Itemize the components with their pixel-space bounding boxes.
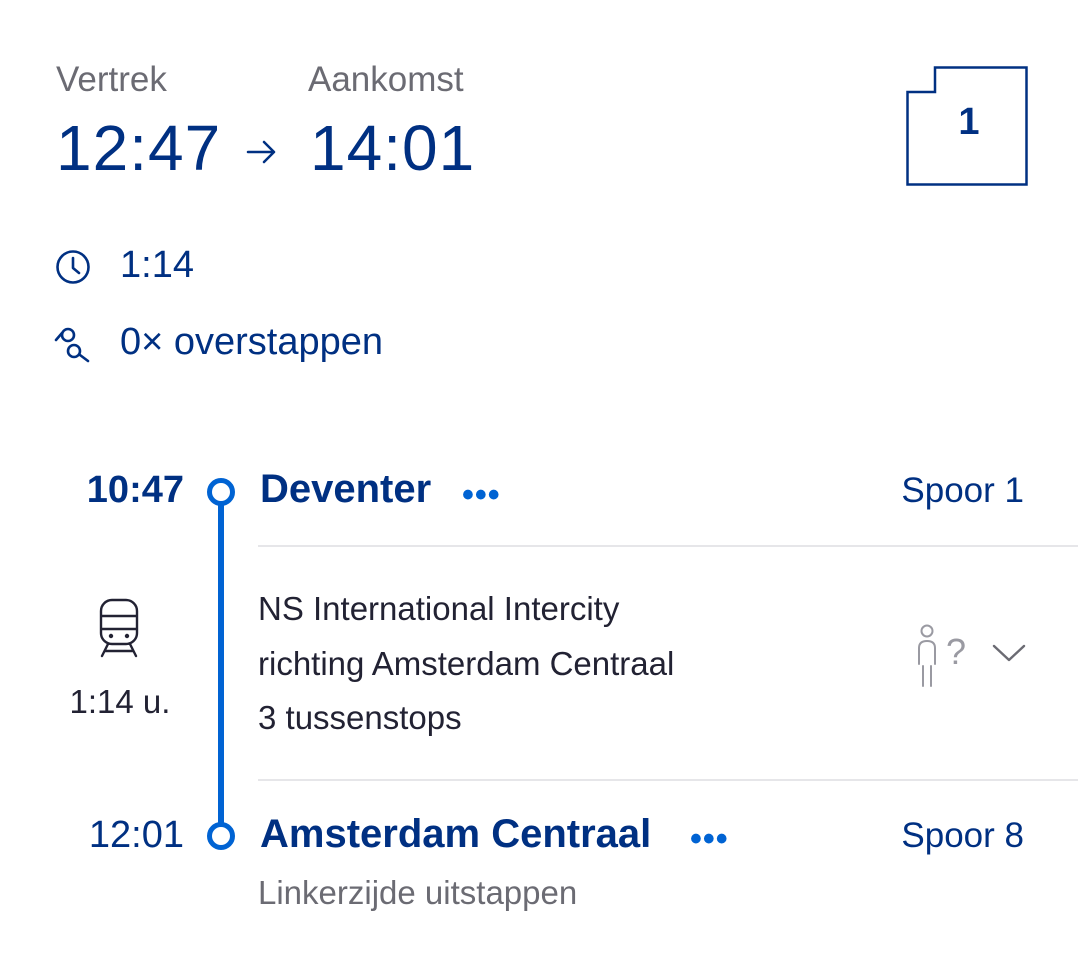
crowd-indicator: ? <box>946 631 967 672</box>
arrow-right-icon <box>246 140 276 164</box>
departure-label: Vertrek <box>56 60 167 99</box>
arrival-label: Aankomst <box>308 60 464 99</box>
divider <box>258 779 1078 781</box>
departure-stop-dot <box>207 478 235 506</box>
departure-platform: Spoor 1 <box>901 471 1024 510</box>
timeline-line <box>218 500 224 826</box>
person-icon <box>918 624 936 687</box>
intermediate-stops: 3 tussenstops <box>258 699 462 736</box>
transfer-icon <box>54 327 90 363</box>
departure-station[interactable]: Deventer <box>260 466 431 512</box>
arrival-stop-time: 12:01 <box>88 814 184 856</box>
arrival-more-button[interactable]: ••• <box>690 822 729 856</box>
arrival-station[interactable]: Amsterdam Centraal <box>260 811 651 857</box>
arrival-time: 14:01 <box>310 112 476 184</box>
journey-duration: 1:14 <box>120 244 194 286</box>
arrival-stop-dot <box>207 822 235 850</box>
exit-side-note: Linkerzijde uitstappen <box>258 874 578 911</box>
train-direction: richting Amsterdam Centraal <box>258 645 675 682</box>
leg-duration: 1:14 u. <box>69 683 171 720</box>
divider <box>258 545 1078 547</box>
train-type: NS International Intercity <box>258 590 620 627</box>
clock-icon <box>56 250 90 284</box>
train-icon <box>99 598 139 658</box>
departure-more-button[interactable]: ••• <box>462 478 501 512</box>
departure-stop-time: 10:47 <box>86 469 184 511</box>
class-number: 1 <box>958 101 980 143</box>
chevron-down-icon[interactable] <box>990 640 1028 666</box>
transfers-count: 0× overstappen <box>120 321 384 363</box>
arrival-platform: Spoor 8 <box>901 816 1024 855</box>
departure-time: 12:47 <box>56 112 222 184</box>
